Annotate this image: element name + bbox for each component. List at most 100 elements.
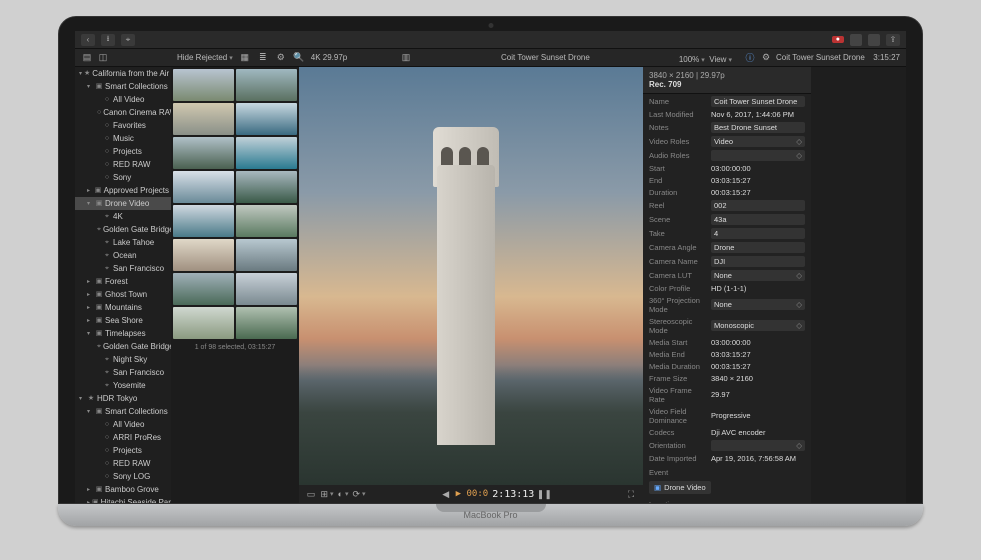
- back-button[interactable]: ‹: [81, 34, 95, 46]
- inspector-tab-settings-icon[interactable]: ⚙: [760, 52, 772, 64]
- filter-hide-rejected[interactable]: Hide Rejected: [177, 53, 233, 62]
- inspector-event-tag[interactable]: ▣Drone Video: [649, 481, 711, 494]
- search-icon[interactable]: 🔍: [293, 52, 305, 64]
- sidebar-item[interactable]: ▸▣Ghost Town: [75, 288, 171, 301]
- sidebar-item[interactable]: ○Sony LOG: [75, 470, 171, 483]
- library-icon[interactable]: ▤: [81, 52, 93, 64]
- sidebar-item[interactable]: ⌖Golden Gate Bridge: [75, 223, 171, 236]
- viewer-canvas[interactable]: [299, 67, 643, 485]
- inspector-field-value[interactable]: 4: [711, 228, 805, 239]
- sidebar-item[interactable]: ▸▣Mountains: [75, 301, 171, 314]
- sidebar-item[interactable]: ○Projects: [75, 444, 171, 457]
- thumbnail[interactable]: [236, 171, 297, 203]
- sidebar-item[interactable]: ▸▣Approved Projects: [75, 184, 171, 197]
- sidebar-item[interactable]: ⌖Lake Tahoe: [75, 236, 171, 249]
- inspector-field-value[interactable]: ◇: [711, 440, 805, 451]
- thumbnail[interactable]: [173, 171, 234, 203]
- view-menu[interactable]: View: [709, 55, 732, 64]
- sidebar-item[interactable]: ▸▣Sea Shore: [75, 314, 171, 327]
- transform-menu[interactable]: ⊞: [321, 488, 333, 500]
- inspector-field-value[interactable]: Drone: [711, 242, 805, 253]
- thumbnail[interactable]: [173, 69, 234, 101]
- sidebar-item[interactable]: ○All Video: [75, 93, 171, 106]
- viewer-settings-icon[interactable]: ▥: [400, 52, 412, 64]
- inspector-field-value[interactable]: DJI: [711, 256, 805, 267]
- fullscreen-icon[interactable]: ⛶: [625, 488, 637, 500]
- sidebar-item[interactable]: ▾▣Smart Collections: [75, 80, 171, 93]
- thumbnail[interactable]: [236, 69, 297, 101]
- sidebar-item[interactable]: ▸▣Bamboo Grove: [75, 483, 171, 496]
- skimmer-icon[interactable]: ▭: [305, 488, 317, 500]
- list-view-icon[interactable]: ≣: [257, 52, 269, 64]
- inspector-field-value[interactable]: 002: [711, 200, 805, 211]
- inspector-field-value[interactable]: Best Drone Sunset: [711, 122, 805, 133]
- sidebar-item[interactable]: ⌖Golden Gate Bridge: [75, 340, 171, 353]
- thumbnail[interactable]: [236, 205, 297, 237]
- clip-settings-icon[interactable]: ⚙: [275, 52, 287, 64]
- import-button[interactable]: ⭳: [101, 34, 115, 46]
- toolbar-square-1[interactable]: [850, 34, 862, 46]
- inspector-field-value[interactable]: ◇: [711, 150, 805, 161]
- sidebar-item[interactable]: ▾▣Smart Collections: [75, 405, 171, 418]
- sidebar-item[interactable]: ⌖San Francisco: [75, 262, 171, 275]
- photos-icon[interactable]: ◫: [97, 52, 109, 64]
- toolbar-square-2[interactable]: [868, 34, 880, 46]
- inspector-tab-info-icon[interactable]: ⓘ: [744, 52, 756, 64]
- inspector-field-label: Stereoscopic Mode: [649, 317, 707, 335]
- inspector-field-value[interactable]: Video◇: [711, 136, 805, 147]
- retime-menu[interactable]: ⟳: [353, 488, 365, 500]
- grid-view-icon[interactable]: ▦: [239, 52, 251, 64]
- prev-frame-icon[interactable]: ◀: [440, 488, 452, 500]
- next-frame-icon[interactable]: ❚❚: [538, 488, 550, 500]
- thumbnail[interactable]: [173, 273, 234, 305]
- inspector-field-value[interactable]: None◇: [711, 299, 805, 310]
- thumbnail[interactable]: [236, 239, 297, 271]
- color-menu[interactable]: ◐: [337, 488, 349, 500]
- thumbnail[interactable]: [236, 307, 297, 339]
- sidebar-item[interactable]: ○All Video: [75, 418, 171, 431]
- thumbnail[interactable]: [236, 103, 297, 135]
- sidebar-item[interactable]: ○Projects: [75, 145, 171, 158]
- keyword-button[interactable]: ⌖: [121, 34, 135, 46]
- thumbnail[interactable]: [236, 273, 297, 305]
- share-button[interactable]: ⇪: [886, 34, 900, 46]
- inspector-field-label: Camera Name: [649, 257, 707, 266]
- sidebar-item[interactable]: ▾▣Drone Video: [75, 197, 171, 210]
- sidebar-item[interactable]: ▾★California from the Air: [75, 67, 171, 80]
- sidebar-item[interactable]: ○RED RAW: [75, 457, 171, 470]
- thumbnail[interactable]: [173, 307, 234, 339]
- sidebar-item[interactable]: ⌖Ocean: [75, 249, 171, 262]
- browser-thumbnails[interactable]: 1 of 98 selected, 03:15:27: [171, 67, 299, 503]
- timecode-display[interactable]: 2:13:13: [492, 489, 534, 500]
- library-sidebar[interactable]: ▾★California from the Air▾▣Smart Collect…: [75, 67, 171, 503]
- thumbnail[interactable]: [173, 239, 234, 271]
- viewer-controls: ▭ ⊞ ◐ ⟳ ◀ ▶ 00:02:13:13 ❚❚ ⛶: [299, 485, 643, 503]
- inspector-duration: 3:15:27: [873, 53, 900, 62]
- sidebar-item[interactable]: ○RED RAW: [75, 158, 171, 171]
- sidebar-item[interactable]: ○Music: [75, 132, 171, 145]
- inspector-field-value[interactable]: Monoscopic◇: [711, 320, 805, 331]
- sidebar-item[interactable]: ○Favorites: [75, 119, 171, 132]
- thumbnail[interactable]: [173, 205, 234, 237]
- inspector-field-value[interactable]: 43a: [711, 214, 805, 225]
- thumbnail[interactable]: [236, 137, 297, 169]
- sidebar-item[interactable]: ⌖San Francisco: [75, 366, 171, 379]
- sidebar-item[interactable]: ○ARRI ProRes: [75, 431, 171, 444]
- sidebar-item[interactable]: ▾★HDR Tokyo: [75, 392, 171, 405]
- zoom-menu[interactable]: 100%: [679, 55, 705, 64]
- inspector-field-value[interactable]: Coit Tower Sunset Drone: [711, 96, 805, 107]
- thumbnail[interactable]: [173, 103, 234, 135]
- sidebar-item[interactable]: ⌖Yosemite: [75, 379, 171, 392]
- inspector-row: 360° Projection ModeNone◇: [643, 294, 811, 315]
- thumbnail[interactable]: [173, 137, 234, 169]
- sidebar-item[interactable]: ⌖Night Sky: [75, 353, 171, 366]
- sidebar-item[interactable]: ⌖4K: [75, 210, 171, 223]
- sidebar-item[interactable]: ▾▣Timelapses: [75, 327, 171, 340]
- inspector-row: Orientation◇: [643, 438, 811, 452]
- sidebar-item[interactable]: ▸▣Hitachi Seaside Park: [75, 496, 171, 503]
- sidebar-item[interactable]: ○Sony: [75, 171, 171, 184]
- inspector-field-value[interactable]: None◇: [711, 270, 805, 281]
- inspector-panel[interactable]: 3840 × 2160 | 29.97p Rec. 709 NameCoit T…: [643, 67, 811, 503]
- sidebar-item[interactable]: ○Canon Cinema RAW: [75, 106, 171, 119]
- sidebar-item[interactable]: ▸▣Forest: [75, 275, 171, 288]
